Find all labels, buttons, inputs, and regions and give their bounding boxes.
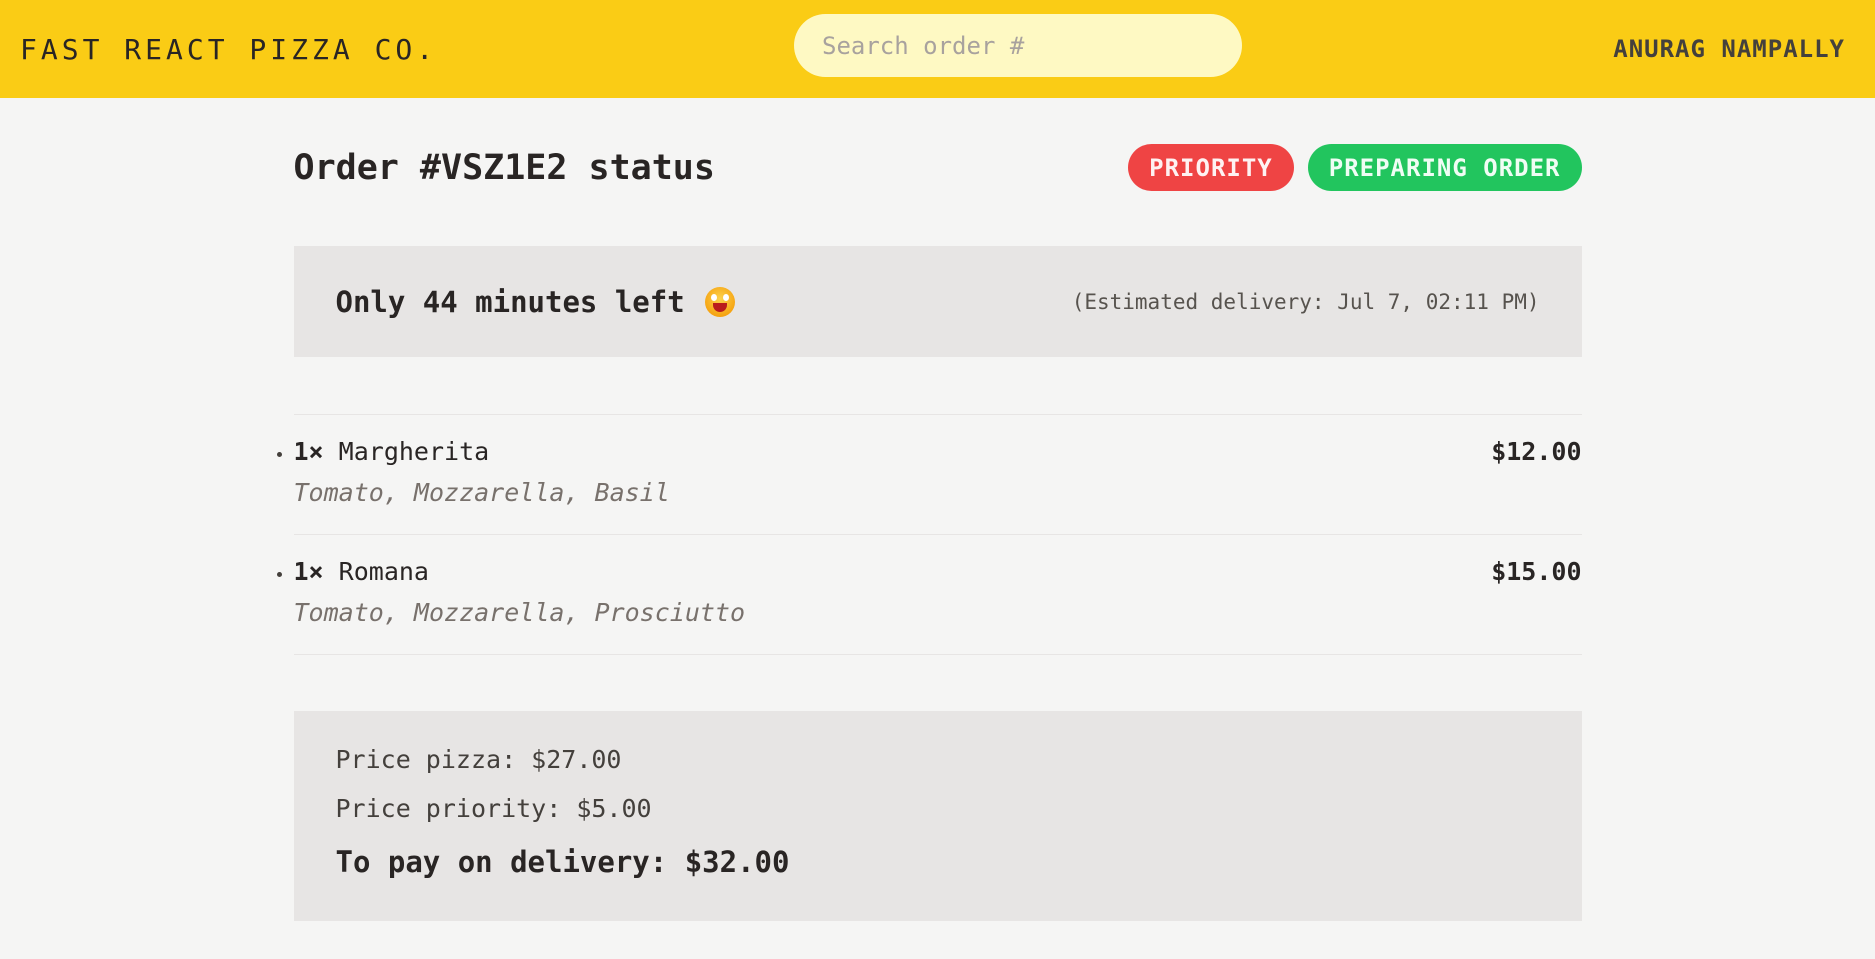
list-item: 1× Margherita $12.00 Tomato, Mozzarella,… bbox=[293, 415, 1582, 535]
order-search-input[interactable] bbox=[794, 14, 1242, 77]
item-title: 1× Romana bbox=[294, 557, 429, 586]
item-name: Margherita bbox=[338, 437, 490, 466]
username: ANURAG NAMPALLY bbox=[1613, 35, 1845, 63]
item-price: $15.00 bbox=[1491, 557, 1582, 586]
order-items-list: 1× Margherita $12.00 Tomato, Mozzarella,… bbox=[293, 414, 1582, 655]
total-to-pay: To pay on delivery: $32.00 bbox=[335, 845, 790, 879]
search-container bbox=[794, 14, 1242, 77]
page-title: Order #VSZ1E2 status bbox=[293, 147, 715, 188]
delivery-eta-panel: Only 44 minutes left (Estimated delivery… bbox=[293, 246, 1582, 357]
item-quantity: 1× bbox=[293, 437, 324, 466]
app-header: FAST REACT PIZZA CO. ANURAG NAMPALLY bbox=[0, 0, 1875, 98]
item-line: 1× Margherita $12.00 bbox=[294, 437, 1582, 466]
price-pizza: Price pizza: $27.00 bbox=[335, 745, 622, 774]
item-title: 1× Margherita bbox=[294, 437, 490, 466]
estimated-delivery: (Estimated delivery: Jul 7, 02:11 PM) bbox=[1071, 289, 1540, 314]
order-page: Order #VSZ1E2 status PRIORITY PREPARING … bbox=[293, 98, 1582, 921]
price-priority: Price priority: $5.00 bbox=[335, 794, 652, 823]
item-ingredients: Tomato, Mozzarella, Prosciutto bbox=[293, 598, 746, 627]
logo-link[interactable]: FAST REACT PIZZA CO. bbox=[20, 33, 437, 66]
title-row: Order #VSZ1E2 status PRIORITY PREPARING … bbox=[294, 144, 1582, 191]
status-badge: PREPARING ORDER bbox=[1307, 144, 1582, 191]
grinning-face-emoji-icon bbox=[704, 286, 735, 317]
list-item: 1× Romana $15.00 Tomato, Mozzarella, Pro… bbox=[293, 535, 1582, 655]
priority-badge: PRIORITY bbox=[1128, 144, 1294, 191]
item-quantity: 1× bbox=[293, 557, 324, 586]
price-summary-panel: Price pizza: $27.00 Price priority: $5.0… bbox=[293, 711, 1582, 921]
item-ingredients: Tomato, Mozzarella, Basil bbox=[293, 478, 670, 507]
item-name: Romana bbox=[338, 557, 429, 586]
eta-countdown: Only 44 minutes left bbox=[336, 285, 735, 319]
item-line: 1× Romana $15.00 bbox=[294, 557, 1582, 586]
eta-text: Only 44 minutes left bbox=[335, 284, 685, 319]
item-price: $12.00 bbox=[1491, 437, 1582, 466]
status-badges: PRIORITY PREPARING ORDER bbox=[1128, 144, 1582, 191]
